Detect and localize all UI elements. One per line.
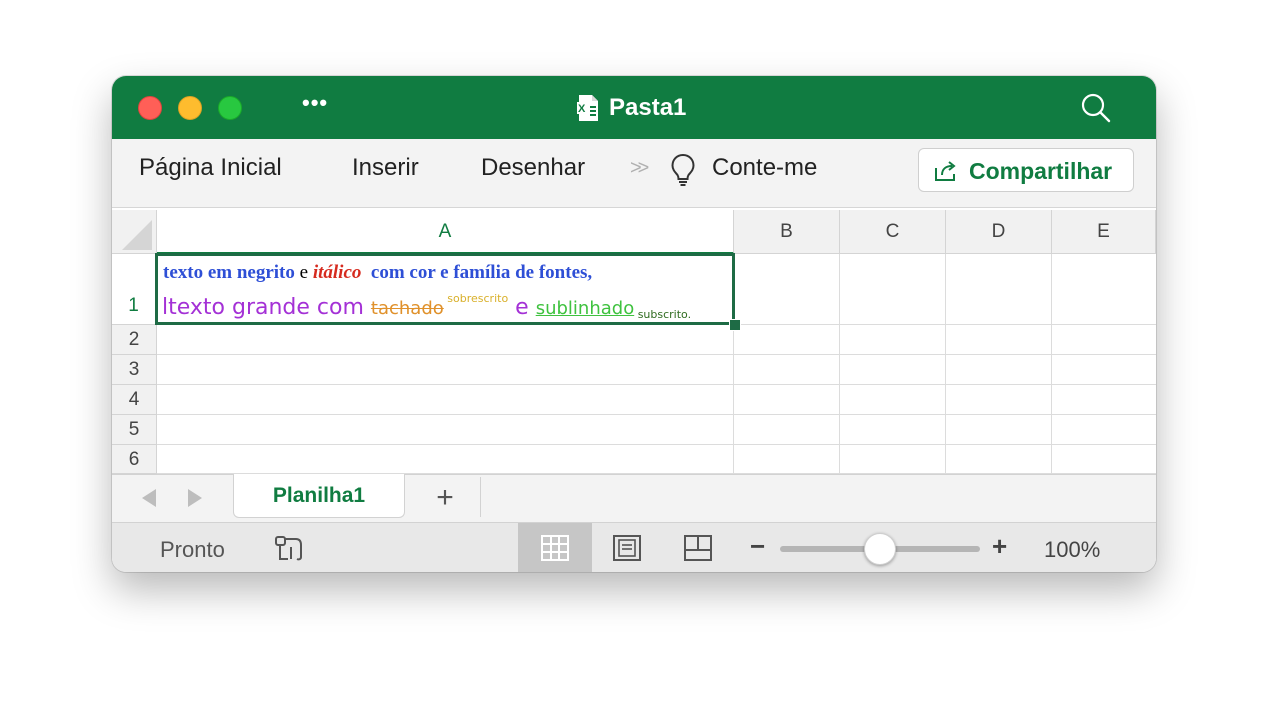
tab-desenhar[interactable]: Desenhar bbox=[481, 154, 585, 182]
column-header-a[interactable]: A bbox=[157, 210, 734, 254]
spreadsheet-grid: A B C D E 1 2 3 4 5 6 texto em negrito e… bbox=[112, 210, 1156, 474]
sheet-tab-bar: Planilha1 + bbox=[112, 474, 1156, 522]
row-header-4[interactable]: 4 bbox=[112, 385, 157, 415]
next-sheet-arrow-icon[interactable] bbox=[188, 489, 202, 507]
page-layout-view-icon[interactable] bbox=[613, 535, 641, 561]
grid-line bbox=[839, 254, 840, 474]
tell-me-search[interactable]: Conte-me bbox=[712, 154, 817, 182]
add-sheet-button[interactable]: + bbox=[430, 481, 460, 515]
select-all-corner[interactable] bbox=[112, 210, 157, 254]
grid-view-icon bbox=[541, 535, 569, 561]
tab-divider bbox=[480, 477, 481, 517]
fill-handle[interactable] bbox=[729, 319, 741, 331]
grid-line bbox=[945, 254, 946, 474]
grid-line bbox=[157, 354, 1156, 355]
zoom-in-button[interactable]: + bbox=[992, 531, 1007, 562]
page-break-view-icon[interactable] bbox=[684, 535, 712, 561]
tab-inserir[interactable]: Inserir bbox=[352, 154, 419, 182]
column-header-b[interactable]: B bbox=[734, 210, 840, 254]
column-header-d[interactable]: D bbox=[946, 210, 1052, 254]
sheet-tab-planilha1[interactable]: Planilha1 bbox=[233, 474, 405, 518]
lightbulb-icon bbox=[671, 153, 695, 186]
zoom-level[interactable]: 100% bbox=[1044, 537, 1100, 563]
window-title: X Pasta1 bbox=[577, 92, 686, 124]
grid-line bbox=[157, 384, 1156, 385]
search-icon[interactable] bbox=[1080, 92, 1112, 124]
tab-pagina-inicial[interactable]: Página Inicial bbox=[139, 154, 282, 182]
excel-file-icon: X bbox=[577, 95, 598, 121]
close-window-button[interactable] bbox=[138, 96, 162, 120]
minimize-window-button[interactable] bbox=[178, 96, 202, 120]
row-header-3[interactable]: 3 bbox=[112, 355, 157, 385]
grid-line bbox=[157, 414, 1156, 415]
ribbon-overflow-chevron-icon[interactable]: >> bbox=[630, 157, 649, 180]
row-header-2[interactable]: 2 bbox=[112, 325, 157, 355]
title-bar: ••• X Pasta1 bbox=[112, 76, 1156, 139]
row-header-5[interactable]: 5 bbox=[112, 415, 157, 445]
macro-recorder-icon[interactable] bbox=[274, 533, 306, 563]
share-button[interactable]: Compartilhar bbox=[918, 148, 1134, 192]
zoom-slider-thumb[interactable] bbox=[864, 533, 896, 565]
column-header-c[interactable]: C bbox=[840, 210, 946, 254]
svg-text:X: X bbox=[578, 103, 586, 115]
normal-view-button[interactable] bbox=[518, 523, 592, 572]
zoom-window-button[interactable] bbox=[218, 96, 242, 120]
excel-window: ••• X Pasta1 Página Inicial Inserir Dese… bbox=[112, 76, 1156, 572]
previous-sheet-arrow-icon[interactable] bbox=[142, 489, 156, 507]
status-bar: Pronto − + 100% bbox=[112, 522, 1156, 572]
row-header-6[interactable]: 6 bbox=[112, 445, 157, 474]
cell-selection-border bbox=[155, 253, 735, 325]
zoom-out-button[interactable]: − bbox=[750, 531, 765, 562]
grid-line bbox=[1051, 254, 1052, 474]
share-label: Compartilhar bbox=[969, 158, 1113, 184]
ribbon-tabs: Página Inicial Inserir Desenhar >> Conte… bbox=[112, 139, 1156, 208]
document-name: Pasta1 bbox=[609, 94, 687, 121]
share-icon bbox=[935, 161, 956, 181]
grid-line bbox=[157, 444, 1156, 445]
column-header-e[interactable]: E bbox=[1052, 210, 1156, 254]
status-text: Pronto bbox=[160, 537, 225, 562]
more-options-button[interactable]: ••• bbox=[302, 90, 328, 116]
row-header-1[interactable]: 1 bbox=[112, 254, 157, 325]
